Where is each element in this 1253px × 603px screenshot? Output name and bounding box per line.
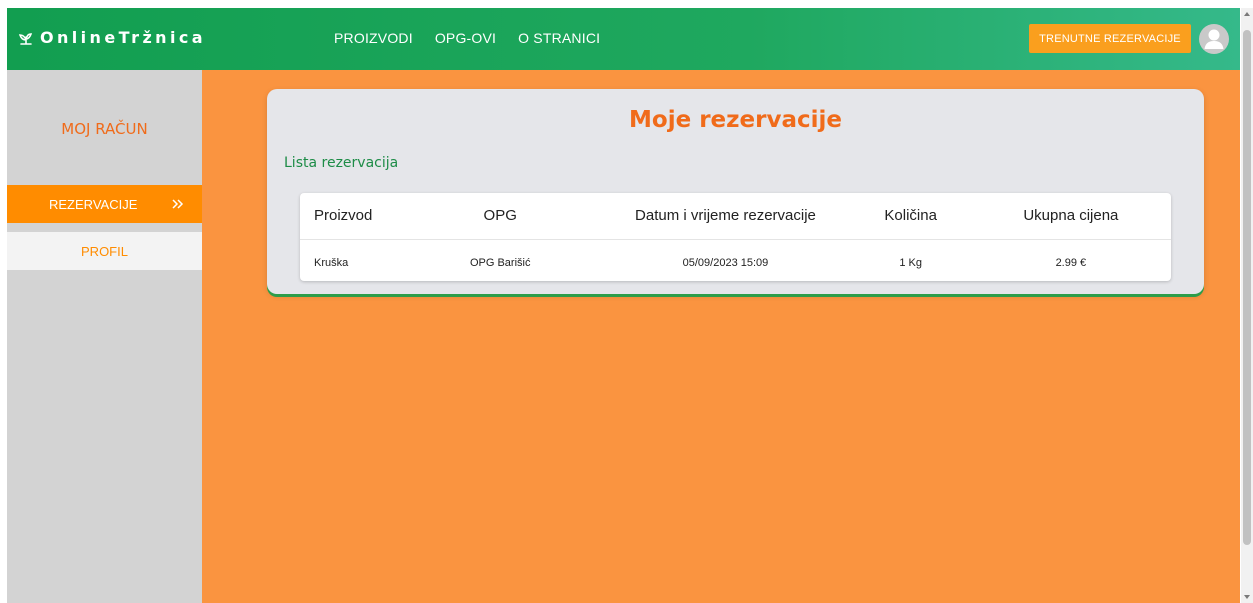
scroll-down-icon[interactable] [1244, 595, 1250, 599]
user-icon [1204, 29, 1224, 49]
account-sidebar: MOJ RAČUN REZERVACIJE PROFIL [7, 70, 202, 603]
column-header-proizvod: Proizvod [300, 193, 401, 240]
section-subtitle: Lista rezervacija [284, 155, 399, 171]
nav-o-stranici[interactable]: O STRANICI [518, 30, 600, 46]
main-nav: PROIZVODI OPG-OVI O STRANICI [334, 30, 622, 46]
app-frame: OnlineTržnica PROIZVODI OPG-OVI O STRANI… [7, 8, 1240, 603]
cell-datum: 05/09/2023 15:09 [682, 257, 769, 270]
table-row[interactable]: Kruška OPG Barišić 05/09/2023 15:09 1 Kg… [300, 239, 1171, 287]
cell-opg: OPG Barišić [469, 257, 531, 270]
reservations-table: Proizvod OPG Datum i vrijeme rezervacije… [300, 193, 1171, 281]
sidebar-item-rezervacije[interactable]: REZERVACIJE [7, 185, 202, 223]
column-header-datum: Datum i vrijeme rezervacije [600, 193, 851, 240]
table-header-row: Proizvod OPG Datum i vrijeme rezervacije… [300, 193, 1171, 240]
top-navbar: OnlineTržnica PROIZVODI OPG-OVI O STRANI… [7, 8, 1240, 70]
cell-proizvod: Kruška [314, 257, 349, 270]
sidebar-title: MOJ RAČUN [61, 120, 148, 138]
reservations-card: Moje rezervacije Lista rezervacija Proiz… [267, 89, 1204, 294]
cell-kolicina: 1 Kg [899, 257, 922, 270]
double-chevron-right-icon [172, 197, 184, 212]
logo[interactable]: OnlineTržnica [18, 28, 206, 47]
logo-text: OnlineTržnica [40, 28, 206, 47]
cell-ukupna-cijena: 2.99 € [1055, 257, 1087, 270]
page-scrollbar[interactable] [1241, 8, 1253, 603]
scrollbar-thumb[interactable] [1243, 30, 1251, 545]
user-avatar[interactable] [1199, 24, 1229, 54]
current-reservations-button[interactable]: TRENUTNE REZERVACIJE [1029, 24, 1191, 53]
column-header-opg: OPG [400, 193, 601, 240]
nav-proizvodi[interactable]: PROIZVODI [334, 30, 413, 46]
leaf-sprout-icon [18, 31, 34, 45]
nav-opg-ovi[interactable]: OPG-OVI [435, 30, 496, 46]
column-header-ukupna-cijena: Ukupna cijena [970, 193, 1171, 240]
sidebar-item-profil[interactable]: PROFIL [7, 232, 202, 270]
scroll-up-icon[interactable] [1244, 12, 1250, 16]
page-title: Moje rezervacije [629, 107, 842, 133]
sidebar-item-label: REZERVACIJE [49, 196, 138, 212]
column-header-kolicina: Količina [850, 193, 971, 240]
